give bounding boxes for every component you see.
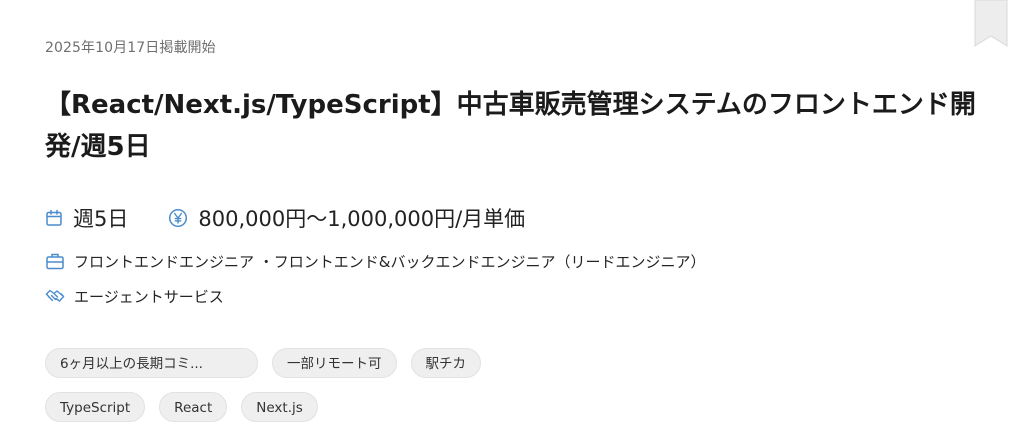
job-title[interactable]: 【React/Next.js/TypeScript】中古車販売管理システムのフロ…	[45, 84, 980, 168]
agent-text: エージェントサービス	[74, 287, 224, 306]
tag-react[interactable]: React	[159, 392, 228, 422]
tag-nextjs[interactable]: Next.js	[241, 392, 318, 422]
bookmark-icon[interactable]	[974, 0, 1008, 48]
agent-row: エージェントサービス	[45, 284, 224, 308]
meta-row: 週5日 800,000円〜1,000,000円/月単価	[45, 201, 525, 235]
tag-typescript[interactable]: TypeScript	[45, 392, 146, 422]
salary-text: 800,000円〜1,000,000円/月単価	[198, 207, 526, 231]
tag-list-conditions: 6ヶ月以上の長期コミ... 一部リモート可 駅チカ	[45, 348, 481, 378]
job-types-text: フロントエンドエンジニア ・フロントエンド&バックエンドエンジニア（リードエンジ…	[74, 252, 706, 271]
tag-list-skills: TypeScript React Next.js	[45, 392, 318, 422]
briefcase-icon	[45, 251, 65, 271]
salary-item: 800,000円〜1,000,000円/月単価	[168, 203, 525, 233]
schedule-text: 週5日	[73, 207, 129, 231]
job-types-row: フロントエンドエンジニア ・フロントエンド&バックエンドエンジニア（リードエンジ…	[45, 249, 705, 273]
calendar-icon	[45, 209, 63, 227]
yen-icon	[168, 208, 188, 228]
tag-partial-remote[interactable]: 一部リモート可	[272, 348, 397, 378]
job-card: 2025年10月17日掲載開始 【React/Next.js/TypeScrip…	[0, 0, 1024, 443]
schedule-item: 週5日	[45, 203, 128, 233]
handshake-icon	[45, 286, 65, 306]
tag-near-station[interactable]: 駅チカ	[410, 348, 481, 378]
tag-long-term[interactable]: 6ヶ月以上の長期コミ...	[45, 348, 258, 378]
posted-date: 2025年10月17日掲載開始	[45, 40, 216, 56]
